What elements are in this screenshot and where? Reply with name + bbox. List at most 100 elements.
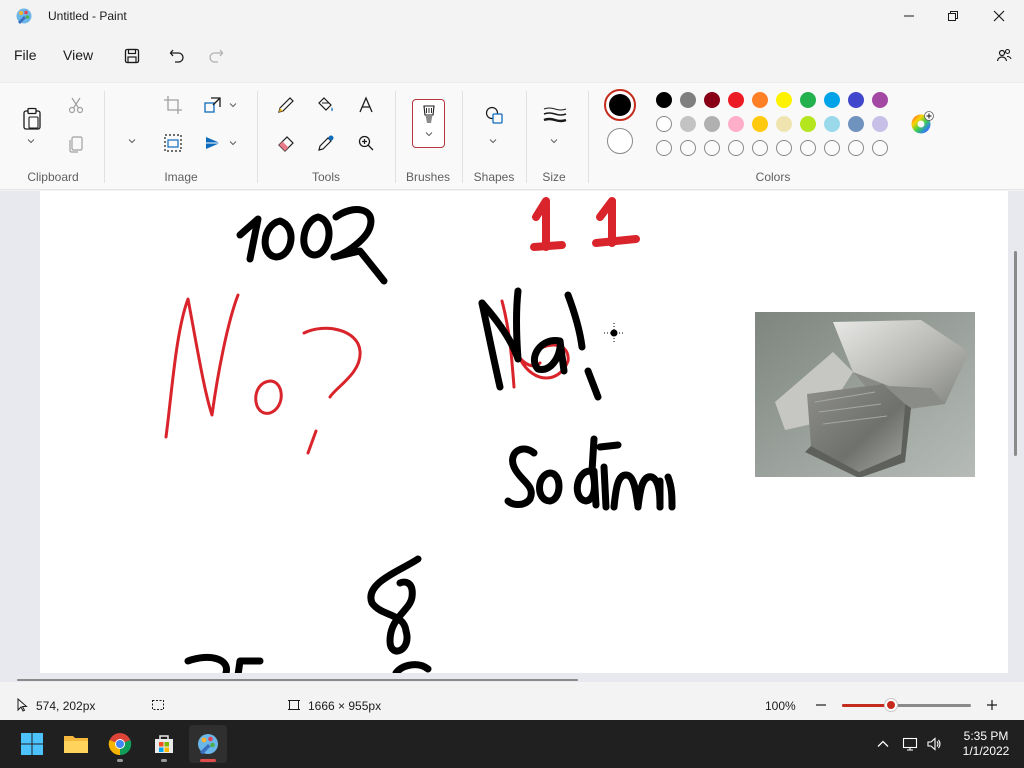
pasted-image-sodium-metal xyxy=(755,312,975,478)
image-select-button[interactable] xyxy=(159,129,187,157)
paste-dropdown[interactable] xyxy=(26,135,38,147)
crop-button[interactable] xyxy=(159,91,187,119)
fill-tool[interactable] xyxy=(312,91,340,119)
handwriting-sodium xyxy=(504,435,676,511)
handwriting-11 xyxy=(530,197,640,251)
pencil-tool[interactable] xyxy=(272,91,300,119)
undo-icon xyxy=(169,49,184,63)
chevron-up-icon xyxy=(877,740,889,747)
chevron-down-icon xyxy=(27,139,35,144)
custom-color-slot[interactable] xyxy=(656,140,672,156)
menu-bar: File View xyxy=(0,36,1024,76)
custom-color-slot[interactable] xyxy=(704,140,720,156)
chevron-down-icon xyxy=(425,132,432,137)
maximize-button[interactable] xyxy=(930,0,976,32)
magnifier-tool[interactable] xyxy=(352,129,380,157)
chrome-icon xyxy=(108,733,132,756)
palette-swatch[interactable] xyxy=(752,116,768,132)
resize-button[interactable] xyxy=(199,91,227,119)
palette-swatch[interactable] xyxy=(704,92,720,108)
save-button[interactable] xyxy=(120,44,144,68)
canvas-size-icon xyxy=(287,698,301,712)
custom-color-slot[interactable] xyxy=(848,140,864,156)
account-button[interactable] xyxy=(992,44,1016,68)
palette-swatch[interactable] xyxy=(872,116,888,132)
palette-swatch[interactable] xyxy=(656,116,672,132)
palette-swatch[interactable] xyxy=(680,116,696,132)
drawing-canvas[interactable] xyxy=(40,191,1008,673)
zoom-slider[interactable] xyxy=(842,704,971,707)
palette-swatch[interactable] xyxy=(824,92,840,108)
ribbon-separator xyxy=(257,91,258,183)
zoom-in-button[interactable] xyxy=(985,698,999,712)
minimize-button[interactable] xyxy=(886,0,932,32)
custom-color-slot[interactable] xyxy=(680,140,696,156)
palette-swatch[interactable] xyxy=(824,116,840,132)
cut-button[interactable] xyxy=(62,91,90,119)
custom-color-slot[interactable] xyxy=(800,140,816,156)
taskbar-clock[interactable]: 5:35 PM 1/1/2022 xyxy=(956,729,1016,759)
shapes-dropdown[interactable] xyxy=(488,135,500,147)
palette-swatch[interactable] xyxy=(704,116,720,132)
show-hidden-icons-button[interactable] xyxy=(875,736,891,752)
shapes-group-label: Shapes xyxy=(473,170,515,184)
selection-size-icon xyxy=(151,698,165,712)
custom-color-slot[interactable] xyxy=(872,140,888,156)
custom-color-slot[interactable] xyxy=(728,140,744,156)
undo-button[interactable] xyxy=(165,44,189,68)
folder-icon xyxy=(64,736,88,753)
resize-icon xyxy=(204,97,221,113)
secondary-color-button[interactable] xyxy=(607,128,633,154)
taskbar-microsoft-store[interactable] xyxy=(145,725,183,763)
rotate-button[interactable] xyxy=(199,129,227,157)
palette-swatch[interactable] xyxy=(728,92,744,108)
primary-color-button[interactable] xyxy=(604,89,636,121)
palette-swatch[interactable] xyxy=(776,92,792,108)
edit-colors-button[interactable] xyxy=(908,109,936,137)
windows-taskbar xyxy=(0,720,1024,768)
taskbar-chrome[interactable] xyxy=(101,725,139,763)
palette-swatch[interactable] xyxy=(776,116,792,132)
custom-color-slot[interactable] xyxy=(776,140,792,156)
palette-swatch[interactable] xyxy=(800,92,816,108)
taskbar-paint[interactable] xyxy=(189,725,227,763)
custom-color-slot[interactable] xyxy=(824,140,840,156)
running-indicator xyxy=(117,759,123,762)
pointer-icon xyxy=(15,697,29,712)
zoom-level[interactable]: 100% xyxy=(765,699,796,713)
size-dropdown[interactable] xyxy=(549,135,561,147)
resize-dropdown[interactable] xyxy=(228,99,240,111)
select-dropdown[interactable] xyxy=(127,135,139,147)
horizontal-scrollbar[interactable] xyxy=(17,679,578,681)
zoom-out-button[interactable] xyxy=(814,698,828,712)
palette-swatch[interactable] xyxy=(752,92,768,108)
copy-button[interactable] xyxy=(62,129,90,157)
palette-swatch[interactable] xyxy=(848,92,864,108)
running-indicator xyxy=(161,759,167,762)
start-button[interactable] xyxy=(13,725,51,763)
zoom-slider-thumb[interactable] xyxy=(885,699,897,711)
palette-swatch[interactable] xyxy=(728,116,744,132)
network-button[interactable] xyxy=(902,736,918,752)
volume-button[interactable] xyxy=(926,736,942,752)
palette-swatch[interactable] xyxy=(800,116,816,132)
palette-swatch[interactable] xyxy=(656,92,672,108)
vertical-scrollbar[interactable] xyxy=(1014,251,1017,456)
size-button[interactable] xyxy=(541,101,569,129)
palette-swatch[interactable] xyxy=(680,92,696,108)
custom-color-slot[interactable] xyxy=(752,140,768,156)
taskbar-file-explorer[interactable] xyxy=(57,725,95,763)
text-tool[interactable] xyxy=(352,91,380,119)
palette-swatch[interactable] xyxy=(872,92,888,108)
brushes-button[interactable] xyxy=(412,99,445,148)
shapes-button[interactable] xyxy=(480,101,508,129)
file-menu[interactable]: File xyxy=(14,47,37,63)
palette-swatch[interactable] xyxy=(848,116,864,132)
close-button[interactable] xyxy=(976,0,1022,32)
color-picker-tool[interactable] xyxy=(312,129,340,157)
eraser-tool[interactable] xyxy=(272,129,300,157)
view-menu[interactable]: View xyxy=(63,47,93,63)
redo-button[interactable] xyxy=(204,44,228,68)
paste-button[interactable] xyxy=(18,101,46,137)
rotate-dropdown[interactable] xyxy=(228,137,240,149)
